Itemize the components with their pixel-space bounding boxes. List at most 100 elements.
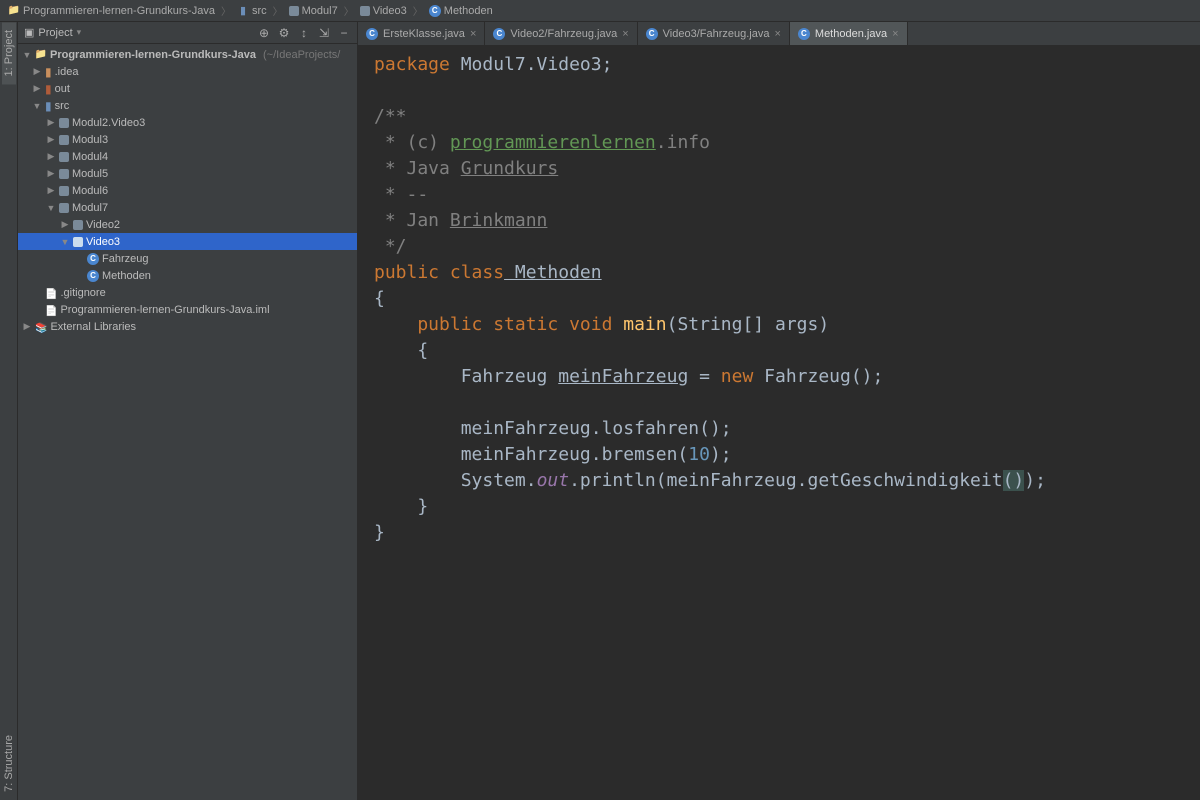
folder-src-icon: ▮ bbox=[45, 99, 52, 113]
java-class-icon bbox=[646, 28, 658, 40]
project-panel-title[interactable]: ▣ Project ▾ bbox=[24, 26, 81, 39]
code-token: = bbox=[688, 366, 721, 387]
code-token: meinFahrzeug.bremsen( bbox=[374, 444, 688, 465]
expand-icon[interactable]: ▼ bbox=[60, 237, 70, 247]
breadcrumb-separator: 〉 bbox=[221, 3, 231, 18]
close-icon[interactable]: × bbox=[470, 28, 476, 40]
expand-icon[interactable]: ▼ bbox=[46, 203, 56, 213]
expand-icon[interactable]: ▶ bbox=[32, 66, 42, 77]
tab-label: Methoden.java bbox=[815, 28, 887, 40]
minimize-icon[interactable]: − bbox=[337, 26, 351, 40]
project-panel-tools: ⊕ ⚙ ↕ ⇲ − bbox=[257, 26, 351, 40]
tab-video2-fahrzeug[interactable]: Video2/Fahrzeug.java × bbox=[485, 22, 637, 45]
tab-ersteklasse[interactable]: ErsteKlasse.java × bbox=[358, 22, 485, 45]
code-editor[interactable]: package Modul7.Video3; /** * (c) program… bbox=[358, 46, 1200, 800]
tree-item-video2[interactable]: ▶ Video2 bbox=[18, 216, 357, 233]
tree-item-modul5[interactable]: ▶ Modul5 bbox=[18, 165, 357, 182]
tool-window-bar-left: 1: Project 7: Structure bbox=[0, 22, 18, 800]
tree-root[interactable]: ▼ Programmieren-lernen-Grundkurs-Java (~… bbox=[18, 46, 357, 63]
breadcrumb-label: Programmieren-lernen-Grundkurs-Java bbox=[23, 5, 215, 17]
tab-label: ErsteKlasse.java bbox=[383, 28, 465, 40]
tab-methoden[interactable]: Methoden.java × bbox=[790, 22, 908, 45]
tree-item-gitignore[interactable]: ▶ .gitignore bbox=[18, 284, 357, 301]
breadcrumb-item-src[interactable]: ▮ src bbox=[233, 5, 271, 17]
settings-icon[interactable]: ⚙ bbox=[277, 26, 291, 40]
code-token: meinFahrzeug.losfahren(); bbox=[374, 418, 732, 439]
breadcrumb-item-modul7[interactable]: Modul7 bbox=[285, 5, 342, 17]
package-icon bbox=[59, 186, 69, 196]
code-token: { bbox=[374, 340, 428, 361]
tree-item-idea[interactable]: ▶ ▮ .idea bbox=[18, 63, 357, 80]
project-panel-header: ▣ Project ▾ ⊕ ⚙ ↕ ⇲ − bbox=[18, 22, 357, 44]
expand-icon[interactable]: ▶ bbox=[46, 134, 56, 145]
code-token: package bbox=[374, 54, 450, 75]
folder-src-icon: ▮ bbox=[237, 5, 249, 17]
java-class-icon bbox=[798, 28, 810, 40]
tree-label: Modul3 bbox=[72, 134, 108, 146]
tree-item-modul2[interactable]: ▶ Modul2.Video3 bbox=[18, 114, 357, 131]
tree-label: Fahrzeug bbox=[102, 253, 148, 265]
tree-item-modul4[interactable]: ▶ Modul4 bbox=[18, 148, 357, 165]
tree-item-methoden[interactable]: ▶ Methoden bbox=[18, 267, 357, 284]
expand-icon[interactable]: ▶ bbox=[46, 117, 56, 128]
breadcrumb-item-project[interactable]: Programmieren-lernen-Grundkurs-Java bbox=[4, 5, 219, 17]
tree-item-modul6[interactable]: ▶ Modul6 bbox=[18, 182, 357, 199]
tab-video3-fahrzeug[interactable]: Video3/Fahrzeug.java × bbox=[638, 22, 790, 45]
collapse-all-icon[interactable]: ⊕ bbox=[257, 26, 271, 40]
code-token: Methoden bbox=[504, 262, 602, 283]
close-icon[interactable]: × bbox=[892, 28, 898, 40]
project-tree[interactable]: ▼ Programmieren-lernen-Grundkurs-Java (~… bbox=[18, 44, 357, 800]
folder-icon bbox=[8, 5, 20, 17]
breadcrumb-item-video3[interactable]: Video3 bbox=[356, 5, 411, 17]
expand-icon[interactable]: ▼ bbox=[32, 101, 42, 111]
breadcrumb-label: src bbox=[252, 5, 267, 17]
tree-item-external-libraries[interactable]: ▶ External Libraries bbox=[18, 318, 357, 335]
expand-icon[interactable]: ▶ bbox=[60, 219, 70, 230]
breadcrumb-item-methoden[interactable]: Methoden bbox=[425, 5, 497, 17]
expand-icon[interactable]: ▶ bbox=[22, 321, 32, 332]
close-icon[interactable]: × bbox=[774, 28, 780, 40]
java-class-icon bbox=[366, 28, 378, 40]
code-comment: /** bbox=[374, 106, 407, 127]
breadcrumb-label: Video3 bbox=[373, 5, 407, 17]
tree-label: Methoden bbox=[102, 270, 151, 282]
code-token: Modul7.Video3; bbox=[450, 54, 613, 75]
project-tool-window: ▣ Project ▾ ⊕ ⚙ ↕ ⇲ − ▼ Programmieren-le… bbox=[18, 22, 358, 800]
scroll-from-source-icon[interactable]: ↕ bbox=[297, 26, 311, 40]
tree-label: out bbox=[55, 83, 70, 95]
code-token: } bbox=[374, 496, 428, 517]
expand-icon[interactable]: ▼ bbox=[22, 50, 32, 60]
tree-label: Video2 bbox=[86, 219, 120, 231]
close-icon[interactable]: × bbox=[622, 28, 628, 40]
tree-item-src[interactable]: ▼ ▮ src bbox=[18, 97, 357, 114]
tree-item-fahrzeug[interactable]: ▶ Fahrzeug bbox=[18, 250, 357, 267]
package-icon bbox=[59, 169, 69, 179]
package-icon bbox=[73, 220, 83, 230]
tree-item-iml[interactable]: ▶ Programmieren-lernen-Grundkurs-Java.im… bbox=[18, 301, 357, 318]
tool-tab-structure[interactable]: 7: Structure bbox=[2, 727, 16, 800]
tool-tab-project[interactable]: 1: Project bbox=[2, 22, 16, 84]
tree-label: Video3 bbox=[86, 236, 120, 248]
libraries-icon bbox=[35, 320, 47, 334]
expand-icon[interactable]: ▶ bbox=[46, 168, 56, 179]
tree-item-video3[interactable]: ▼ Video3 bbox=[18, 233, 357, 250]
tree-item-modul7[interactable]: ▼ Modul7 bbox=[18, 199, 357, 216]
tree-item-modul3[interactable]: ▶ Modul3 bbox=[18, 131, 357, 148]
code-comment: * (c) bbox=[374, 132, 450, 153]
code-token: 10 bbox=[688, 444, 710, 465]
code-token: ); bbox=[710, 444, 732, 465]
code-token: public bbox=[374, 314, 482, 335]
code-token: () bbox=[1003, 470, 1025, 491]
java-class-icon bbox=[429, 5, 441, 17]
package-icon bbox=[73, 237, 83, 247]
breadcrumb-separator: 〉 bbox=[273, 3, 283, 18]
expand-icon[interactable]: ▶ bbox=[32, 83, 42, 94]
package-icon bbox=[59, 152, 69, 162]
file-icon bbox=[45, 303, 57, 317]
tree-label: External Libraries bbox=[50, 321, 136, 333]
tree-item-out[interactable]: ▶ ▮ out bbox=[18, 80, 357, 97]
expand-icon[interactable]: ▶ bbox=[46, 185, 56, 196]
expand-icon[interactable]: ▶ bbox=[46, 151, 56, 162]
code-comment: * Jan bbox=[374, 210, 450, 231]
hide-icon[interactable]: ⇲ bbox=[317, 26, 331, 40]
